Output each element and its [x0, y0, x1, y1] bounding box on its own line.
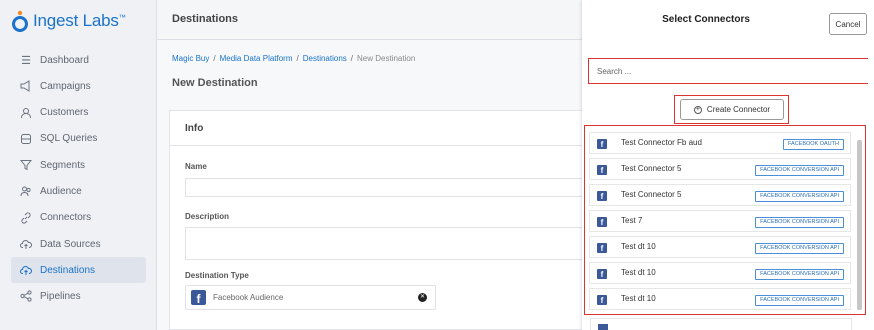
facebook-icon: f [597, 191, 607, 201]
connector-name: Test Connector Fb aud [621, 138, 702, 147]
list-item[interactable]: f Test Connector Fb aud FACEBOOK OAUTH [589, 132, 851, 154]
sidebar-item-segments[interactable]: Segments [0, 152, 157, 178]
breadcrumb-link-destinations[interactable]: Destinations [303, 54, 347, 63]
create-connector-label: Create Connector [706, 105, 771, 114]
sidebar-item-pipelines[interactable]: Pipelines [0, 283, 157, 309]
megaphone-icon [20, 80, 32, 93]
facebook-icon: f [597, 295, 607, 305]
share-icon [20, 290, 32, 302]
sidebar-item-label: Data Sources [40, 238, 101, 250]
logo[interactable]: Ingest Labs™ [11, 9, 126, 33]
connector-type-badge: FACEBOOK OAUTH [782, 139, 844, 150]
list-item[interactable]: f Test 7 FACEBOOK CONVERSION API [589, 210, 851, 232]
top-bar-title: Destinations [172, 13, 239, 25]
sidebar-item-label: Customers [40, 107, 89, 119]
destination-type-label: Destination Type [185, 271, 249, 280]
create-connector-highlight: + Create Connector [674, 95, 789, 124]
name-label: Name [185, 162, 207, 171]
users-icon [20, 185, 32, 197]
connector-list: f Test Connector Fb aud FACEBOOK OAUTH f… [584, 125, 866, 315]
sidebar-item-customers[interactable]: Customers [0, 100, 157, 126]
list-item[interactable]: f Test dt 10 FACEBOOK CONVERSION API [589, 262, 851, 284]
breadcrumb-separator: / [296, 54, 299, 63]
connector-name: Test dt 10 [621, 242, 656, 251]
sidebar-item-data-sources[interactable]: Data Sources [0, 231, 157, 257]
sidebar-item-sql-queries[interactable]: SQL Queries [0, 126, 157, 152]
sidebar-item-label: Segments [40, 159, 86, 171]
breadcrumb-link-media-data-platform[interactable]: Media Data Platform [220, 54, 293, 63]
list-item[interactable]: f Test Connector 5 FACEBOOK CONVERSION A… [589, 184, 851, 206]
logo-text: Ingest Labs™ [33, 11, 126, 30]
sidebar-item-label: Connectors [40, 212, 92, 224]
sidebar-item-label: Dashboard [40, 54, 89, 66]
facebook-icon: f [597, 269, 607, 279]
sidebar-nav: ☰ Dashboard Campaigns Customers SQL Quer… [0, 47, 157, 310]
connector-type-badge: FACEBOOK CONVERSION API [755, 269, 844, 280]
destination-type-value: Facebook Audience [213, 293, 284, 302]
create-connector-button[interactable]: + Create Connector [680, 99, 784, 120]
plus-circle-icon: + [693, 105, 702, 114]
list-item[interactable]: f Test Connector 5 FACEBOOK CONVERSION A… [589, 158, 851, 180]
sidebar-item-label: SQL Queries [40, 133, 98, 145]
facebook-icon [598, 324, 608, 330]
connector-type-badge: FACEBOOK CONVERSION API [755, 243, 844, 254]
connector-name: Test dt 10 [621, 268, 656, 277]
sidebar-item-connectors[interactable]: Connectors [0, 205, 157, 231]
search-input[interactable] [588, 58, 868, 84]
breadcrumb-current: New Destination [357, 54, 416, 63]
info-card: Info Name Description Destination Type f… [169, 110, 583, 330]
destination-type-select[interactable]: f Facebook Audience ✕ [185, 285, 436, 310]
sidebar-item-audience[interactable]: Audience [0, 178, 157, 204]
list-item[interactable]: f Test dt 10 FACEBOOK CONVERSION API [589, 288, 851, 310]
connector-name: Test Connector 5 [621, 190, 682, 199]
connector-type-badge: FACEBOOK CONVERSION API [755, 191, 844, 202]
connector-type-badge: FACEBOOK CONVERSION API [755, 165, 844, 176]
facebook-icon: f [597, 165, 607, 175]
description-label: Description [185, 212, 230, 221]
facebook-icon: f [191, 290, 206, 305]
ingest-labs-logo-icon [12, 10, 28, 32]
facebook-icon: f [597, 139, 607, 149]
sidebar-item-label: Audience [40, 185, 82, 197]
cancel-button[interactable]: Cancel [829, 13, 867, 35]
connector-name: Test Connector 5 [621, 164, 682, 173]
cloud-upload-icon [20, 238, 32, 250]
cloud-upload-icon [20, 264, 32, 276]
breadcrumb-separator: / [213, 54, 216, 63]
select-connectors-panel: Select Connectors Cancel + Create Connec… [582, 0, 874, 330]
connector-type-badge: FACEBOOK CONVERSION API [755, 295, 844, 306]
sidebar-item-destinations[interactable]: Destinations [11, 257, 146, 284]
name-field[interactable] [185, 178, 583, 197]
sidebar: Ingest Labs™ ☰ Dashboard Campaigns Custo… [0, 0, 157, 330]
sidebar-item-dashboard[interactable]: ☰ Dashboard [0, 47, 157, 73]
sidebar-item-campaigns[interactable]: Campaigns [0, 73, 157, 99]
clear-icon[interactable]: ✕ [418, 293, 427, 302]
list-item[interactable]: f Test dt 10 FACEBOOK CONVERSION API [589, 236, 851, 258]
sidebar-item-label: Pipelines [40, 290, 81, 302]
panel-title: Select Connectors [662, 14, 750, 25]
sidebar-item-label: Destinations [40, 264, 96, 276]
list-item[interactable] [590, 318, 852, 330]
facebook-icon: f [597, 217, 607, 227]
description-field[interactable] [185, 227, 583, 260]
card-title: Info [170, 111, 582, 146]
breadcrumb-separator: / [350, 54, 354, 63]
database-icon [20, 133, 32, 145]
page-title: New Destination [172, 77, 258, 89]
list-scrollbar[interactable] [857, 140, 862, 310]
connector-name: Test 7 [621, 216, 643, 225]
main-content: Magic Buy / Media Data Platform / Destinatio… [157, 40, 583, 330]
connector-type-badge: FACEBOOK CONVERSION API [755, 217, 844, 228]
user-icon [20, 107, 32, 119]
filter-icon [20, 159, 32, 171]
link-icon [20, 212, 32, 224]
connector-name: Test dt 10 [621, 294, 656, 303]
sidebar-item-label: Campaigns [40, 80, 91, 92]
breadcrumb: Magic Buy / Media Data Platform / Destinatio… [172, 54, 415, 63]
list-icon: ☰ [21, 54, 31, 67]
top-bar: Destinations [157, 0, 582, 40]
facebook-icon: f [597, 243, 607, 253]
breadcrumb-link-magic-buy[interactable]: Magic Buy [172, 54, 209, 63]
